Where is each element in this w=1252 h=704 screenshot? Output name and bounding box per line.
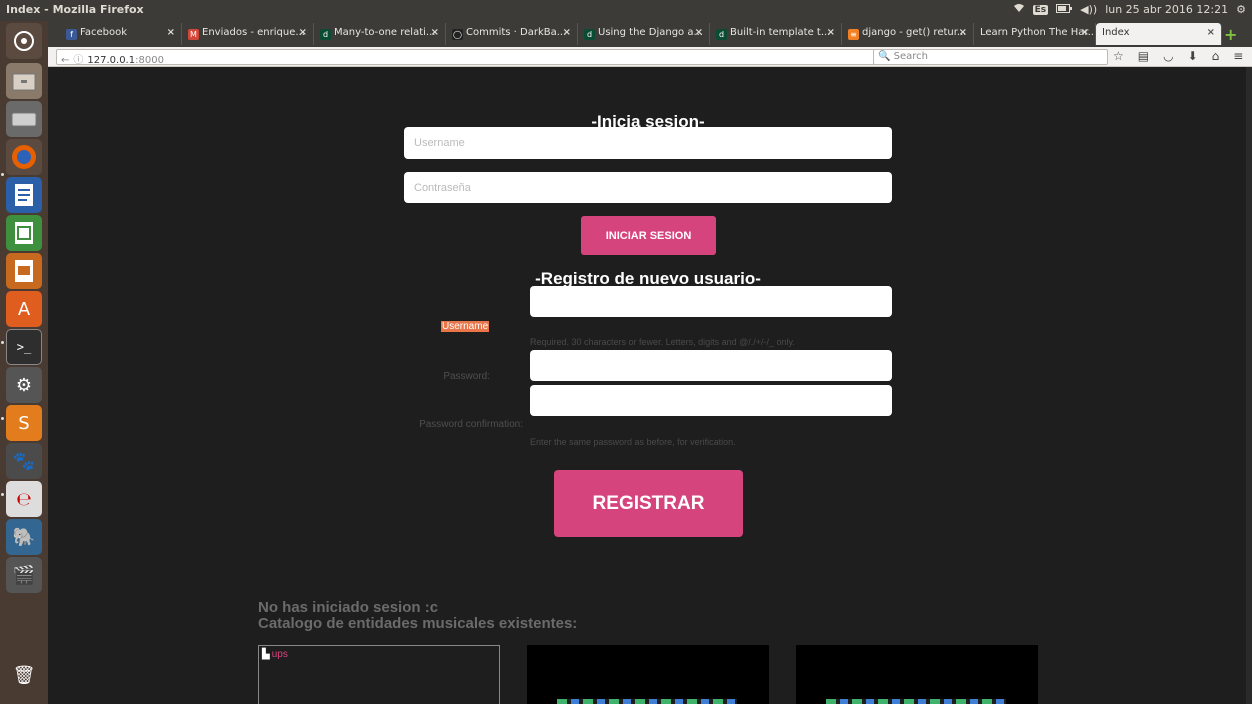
login-status-text: No has iniciado sesion :c xyxy=(258,599,439,616)
close-tab-icon[interactable]: × xyxy=(1081,27,1089,38)
tab-bar: f Facebook × M Enviados - enrique... × d Many… xyxy=(48,21,1252,47)
broken-image: ▙ ups xyxy=(262,649,288,660)
catalog-card-2[interactable] xyxy=(527,645,769,704)
impress-icon[interactable] xyxy=(6,253,42,289)
back-arrow-icon[interactable]: ← xyxy=(61,55,69,66)
url-port: :8000 xyxy=(135,55,164,66)
close-tab-icon[interactable]: × xyxy=(959,27,967,38)
drive-icon[interactable] xyxy=(6,101,42,137)
register-password-input[interactable] xyxy=(530,350,892,381)
system-top-bar: Index - Mozilla Firefox Es ◀)) lun 25 ab… xyxy=(0,0,1252,21)
gimp-icon[interactable]: 🐾 xyxy=(6,443,42,479)
django-icon: d xyxy=(320,29,331,40)
tab-django-docs-1[interactable]: d Many-to-one relati... × xyxy=(314,23,446,45)
home-icon[interactable]: ⌂ xyxy=(1212,49,1220,63)
gmail-icon: M xyxy=(188,29,199,40)
info-icon[interactable]: ⓘ xyxy=(73,55,83,66)
pdf-reader-icon[interactable]: ℮ xyxy=(6,481,42,517)
url-bar[interactable]: ←ⓘ127.0.0.1:8000 C xyxy=(56,49,918,66)
catalog-heading: Catalogo de entidades musicales existent… xyxy=(258,615,578,632)
wifi-icon[interactable] xyxy=(1013,3,1025,16)
menu-hamburger-icon[interactable]: ≡ xyxy=(1233,49,1243,63)
login-username-input[interactable] xyxy=(404,127,892,159)
terminal-icon[interactable]: >_ xyxy=(6,329,42,365)
close-tab-icon[interactable]: × xyxy=(299,27,307,38)
card-image-strip xyxy=(557,699,737,704)
calc-icon[interactable] xyxy=(6,215,42,251)
card-image-strip xyxy=(826,699,1006,704)
dash-home-icon[interactable] xyxy=(6,23,42,59)
pocket-icon[interactable]: ◡ xyxy=(1163,49,1173,63)
register-password-confirm-hint: Enter the same password as before, for v… xyxy=(530,437,736,447)
tab-index-active[interactable]: Index × xyxy=(1096,23,1222,45)
firefox-icon[interactable] xyxy=(6,139,42,175)
close-tab-icon[interactable]: × xyxy=(563,27,571,38)
login-password-input[interactable] xyxy=(404,172,892,203)
new-tab-plus-icon[interactable]: + xyxy=(1224,25,1237,44)
software-center-icon[interactable]: A xyxy=(6,291,42,327)
navigation-bar: ←ⓘ127.0.0.1:8000 C 🔍 Search ☆ ▤ ◡ ⬇ ⌂ ≡ xyxy=(48,47,1252,67)
django-icon: d xyxy=(716,29,727,40)
tab-gmail[interactable]: M Enviados - enrique... × xyxy=(182,23,314,45)
register-username-input[interactable] xyxy=(530,286,892,317)
downloads-icon[interactable]: ⬇ xyxy=(1188,49,1198,63)
stackoverflow-icon: ≡ xyxy=(848,29,859,40)
trash-icon[interactable]: 🗑 xyxy=(6,657,42,693)
django-icon: d xyxy=(584,29,595,40)
register-password-confirm-input[interactable] xyxy=(530,385,892,416)
volume-icon[interactable]: ◀)) xyxy=(1080,3,1097,16)
page-scrollbar[interactable] xyxy=(1246,67,1252,704)
close-tab-icon[interactable]: × xyxy=(431,27,439,38)
tab-django-docs-3[interactable]: d Built-in template t... × xyxy=(710,23,842,45)
search-bar[interactable]: 🔍 Search xyxy=(873,49,1108,65)
tab-github[interactable]: ◯ Commits · DarkBa... × xyxy=(446,23,578,45)
url-host: 127.0.0.1 xyxy=(87,55,136,66)
close-tab-icon[interactable]: × xyxy=(1207,27,1215,38)
github-icon: ◯ xyxy=(452,29,463,40)
tab-stackoverflow[interactable]: ≡ django - get() retur... × xyxy=(842,23,974,45)
unity-launcher: A >_ ⚙ S 🐾 ℮ 🐘 🎬 🗑 xyxy=(0,21,48,704)
clock[interactable]: lun 25 abr 2016 12:21 xyxy=(1105,3,1228,16)
reading-list-icon[interactable]: ▤ xyxy=(1138,49,1149,63)
tab-django-docs-2[interactable]: d Using the Django a... × xyxy=(578,23,710,45)
tab-learn-python[interactable]: Learn Python The Har... × xyxy=(974,23,1096,45)
page-content: -Inicia sesion- INICIAR SESION -Registro… xyxy=(48,67,1246,704)
battery-icon[interactable] xyxy=(1056,3,1073,16)
close-tab-icon[interactable]: × xyxy=(695,27,703,38)
system-indicators: Es ◀)) lun 25 abr 2016 12:21 ⚙ xyxy=(1013,3,1246,16)
login-submit-button[interactable]: INICIAR SESION xyxy=(581,216,716,255)
register-password-label: Password: xyxy=(443,371,490,382)
register-submit-button[interactable]: REGISTRAR xyxy=(554,470,743,537)
tab-facebook[interactable]: f Facebook × xyxy=(60,23,182,45)
register-password-confirm-label: Password confirmation: xyxy=(419,419,523,430)
files-icon[interactable] xyxy=(6,63,42,99)
register-username-hint: Required. 30 characters or fewer. Letter… xyxy=(530,337,795,347)
keyboard-layout-indicator[interactable]: Es xyxy=(1032,4,1049,15)
close-tab-icon[interactable]: × xyxy=(827,27,835,38)
video-editor-icon[interactable]: 🎬 xyxy=(6,557,42,593)
sublime-text-icon[interactable]: S xyxy=(6,405,42,441)
settings-gear-icon[interactable]: ⚙ xyxy=(1236,3,1246,16)
search-icon: 🔍 xyxy=(878,51,891,62)
catalog-card-1[interactable]: ▙ ups xyxy=(258,645,500,704)
close-tab-icon[interactable]: × xyxy=(167,27,175,38)
toolbar-icons: ☆ ▤ ◡ ⬇ ⌂ ≡ xyxy=(1113,49,1243,63)
writer-icon[interactable] xyxy=(6,177,42,213)
facebook-icon: f xyxy=(66,29,77,40)
catalog-card-3[interactable] xyxy=(796,645,1038,704)
pgadmin-icon[interactable]: 🐘 xyxy=(6,519,42,555)
system-settings-icon[interactable]: ⚙ xyxy=(6,367,42,403)
broken-image-icon: ▙ xyxy=(262,649,270,660)
window-title: Index - Mozilla Firefox xyxy=(6,3,144,16)
register-username-label: Username xyxy=(441,321,490,332)
bookmark-star-icon[interactable]: ☆ xyxy=(1113,49,1124,63)
